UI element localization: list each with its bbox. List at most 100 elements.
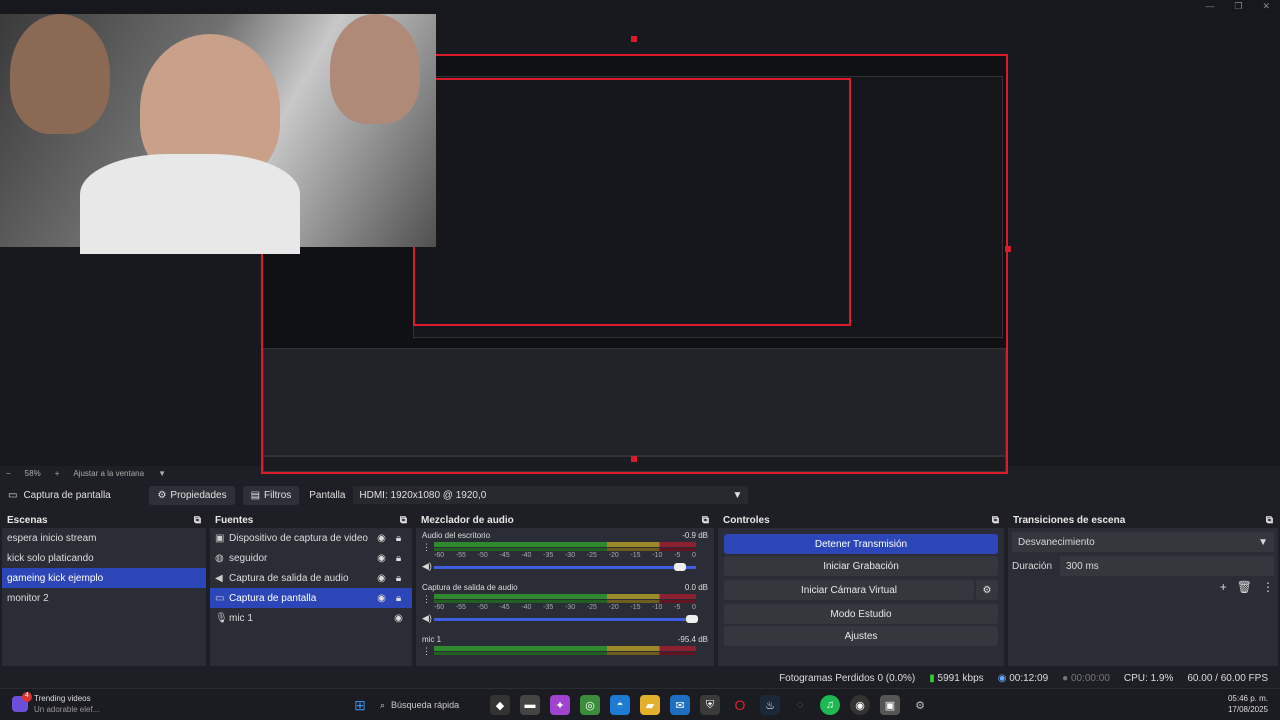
undock-icon[interactable]: ⧉ (1266, 515, 1273, 526)
undock-icon[interactable]: ⧉ (194, 515, 201, 526)
meter-ticks: -60 -55 -50 -45 -40 -35 -30 -25 -20 -15 -10 -5 0 (434, 604, 696, 611)
settings-gear-icon[interactable]: ⚙ (910, 695, 930, 715)
scene-label: monitor 2 (7, 592, 49, 604)
resize-handle[interactable] (631, 36, 637, 42)
source-item-selected[interactable]: ▭ Captura de pantalla ◉ 🔒︎ (210, 588, 412, 608)
folder-icon[interactable]: ▰ (640, 695, 660, 715)
lock-icon[interactable]: 🔒︎ (390, 573, 407, 584)
cpu-usage: CPU: 1.9% (1123, 672, 1174, 684)
globe-icon: ◍ (215, 552, 224, 564)
menu-dots-icon[interactable]: ⋮ (1262, 580, 1274, 594)
stop-stream-button[interactable]: Detener Transmisión (724, 534, 998, 554)
meter-tick: 0 (692, 552, 696, 559)
undock-icon[interactable]: ⧉ (702, 515, 709, 526)
source-item[interactable]: ◍ seguidor ◉ 🔒︎ (210, 548, 412, 568)
transition-value: Desvanecimiento (1018, 536, 1095, 548)
mixer-body: Audio del escritorio -0.9 dB ⋮ -60 -55 -50-… (416, 528, 714, 666)
camera-icon: ▣ (215, 532, 225, 544)
eye-icon[interactable]: ◉ (373, 573, 390, 584)
eye-icon[interactable]: ◉ (390, 613, 407, 624)
source-toolbar: ▭ Captura de pantalla ⚙ Propiedades ▤ Filt… (0, 482, 1280, 508)
webcam-feed (0, 14, 436, 254)
menu-dots-icon[interactable]: ⋮ (422, 594, 431, 605)
rec-time-value: 00:00:00 (1070, 672, 1110, 684)
lock-icon[interactable]: 🔒︎ (390, 593, 407, 604)
edge-icon[interactable]: ◓ (610, 695, 630, 715)
outlook-icon[interactable]: ✉ (670, 695, 690, 715)
opera-icon[interactable]: O (730, 695, 750, 715)
menu-dots-icon[interactable]: ⋮ (422, 542, 431, 553)
duration-input[interactable]: 300 ms (1060, 556, 1274, 576)
close-button[interactable]: ✕ (1262, 1, 1270, 12)
fit-window-button[interactable]: Ajustar a la ventana (73, 469, 144, 478)
channel-db: -0.9 dB (682, 531, 708, 540)
news-subtitle: Un adorable elef... (34, 705, 100, 714)
scene-item[interactable]: kick solo platicando (2, 548, 206, 568)
search-box[interactable]: ⌕ Búsqueda rápida (380, 695, 480, 715)
zoom-out-button[interactable]: − (6, 469, 11, 478)
display-select[interactable]: HDMI: 1920x1080 @ 1920,0 ▼ (353, 486, 749, 504)
news-widget[interactable]: 4 Trending videos Un adorable elef... (12, 692, 100, 715)
app-icon[interactable]: ▣ (880, 695, 900, 715)
meter-tick: -20 (608, 604, 619, 611)
scene-item[interactable]: espera inicio stream (2, 528, 206, 548)
terminal-icon[interactable]: ▬ (520, 695, 540, 715)
scene-item-selected[interactable]: gameing kick ejemplo (2, 568, 206, 588)
start-recording-button[interactable]: Iniciar Grabación (724, 556, 998, 576)
windows-start-icon[interactable]: ⊞ (350, 695, 370, 715)
volume-knob[interactable] (674, 563, 686, 571)
restore-button[interactable]: ❐ (1234, 1, 1242, 12)
meter-tick: -5 (674, 552, 681, 559)
undock-icon[interactable]: ⧉ (992, 515, 999, 526)
meter-tick: -15 (630, 552, 641, 559)
source-item[interactable]: 🎙︎ mic 1 ◉ (210, 608, 412, 628)
clock[interactable]: 05:46 p. m. 17/08/2025 (1228, 693, 1268, 715)
lock-icon[interactable]: 🔒︎ (390, 553, 407, 564)
volume-slider[interactable] (434, 566, 696, 569)
resize-handle[interactable] (1005, 246, 1011, 252)
menu-dots-icon[interactable]: ⋮ (422, 646, 431, 657)
studio-mode-button[interactable]: Modo Estudio (724, 604, 998, 624)
clock-time: 05:46 p. m. (1227, 694, 1268, 703)
chrome-icon[interactable]: ◎ (580, 695, 600, 715)
eye-icon[interactable]: ◉ (373, 593, 390, 604)
meter-tick: -20 (608, 552, 619, 559)
minimize-button[interactable]: — (1205, 1, 1214, 12)
obs-icon[interactable]: ◉ (850, 695, 870, 715)
speaker-icon[interactable]: ◀) (422, 561, 432, 572)
meter-tick: -30 (564, 604, 576, 611)
window-controls: — ❐ ✕ (1205, 1, 1270, 12)
trash-icon[interactable]: 🗑︎ (1237, 580, 1252, 594)
volume-meter-peak (434, 600, 696, 603)
undock-icon[interactable]: ⧉ (400, 515, 407, 526)
transitions-title: Transiciones de escena (1013, 514, 1126, 526)
steam-icon[interactable]: ♨ (760, 695, 780, 715)
preview-area[interactable] (0, 14, 1280, 474)
lock-icon[interactable]: 🔒︎ (390, 533, 407, 544)
source-item[interactable]: ◀ Captura de salida de audio ◉ 🔒︎ (210, 568, 412, 588)
spotify-icon[interactable]: ♫ (820, 695, 840, 715)
scene-item[interactable]: monitor 2 (2, 588, 206, 608)
circle-app-icon[interactable]: ◌ (790, 695, 810, 715)
volume-knob[interactable] (686, 615, 698, 623)
zoom-dropdown-icon[interactable]: ▼ (158, 469, 166, 478)
settings-button[interactable]: Ajustes (724, 626, 998, 646)
zoom-in-button[interactable]: + (55, 469, 60, 478)
zoom-bar: − 58% + Ajustar a la ventana ▼ (0, 466, 1280, 480)
shield-icon[interactable]: ⛨ (700, 695, 720, 715)
eye-icon[interactable]: ◉ (373, 553, 390, 564)
source-item[interactable]: ▣ Dispositivo de captura de video ◉ 🔒︎ (210, 528, 412, 548)
add-icon[interactable]: + (1220, 580, 1227, 594)
gear-icon[interactable]: ⚙ (976, 580, 998, 600)
volume-slider[interactable] (434, 618, 696, 621)
eye-icon[interactable]: ◉ (373, 533, 390, 544)
resize-handle[interactable] (631, 456, 637, 462)
game-icon[interactable]: ◆ (490, 695, 510, 715)
transition-select[interactable]: Desvanecimiento ▼ (1012, 532, 1274, 552)
speaker-icon[interactable]: ◀) (422, 613, 432, 624)
copilot-icon[interactable]: ✦ (550, 695, 570, 715)
controls-header: Controles ⧉ (718, 512, 1004, 528)
filters-button[interactable]: ▤ Filtros (242, 485, 300, 505)
properties-button[interactable]: ⚙ Propiedades (149, 485, 235, 505)
virtual-camera-button[interactable]: Iniciar Cámara Virtual (724, 580, 974, 600)
